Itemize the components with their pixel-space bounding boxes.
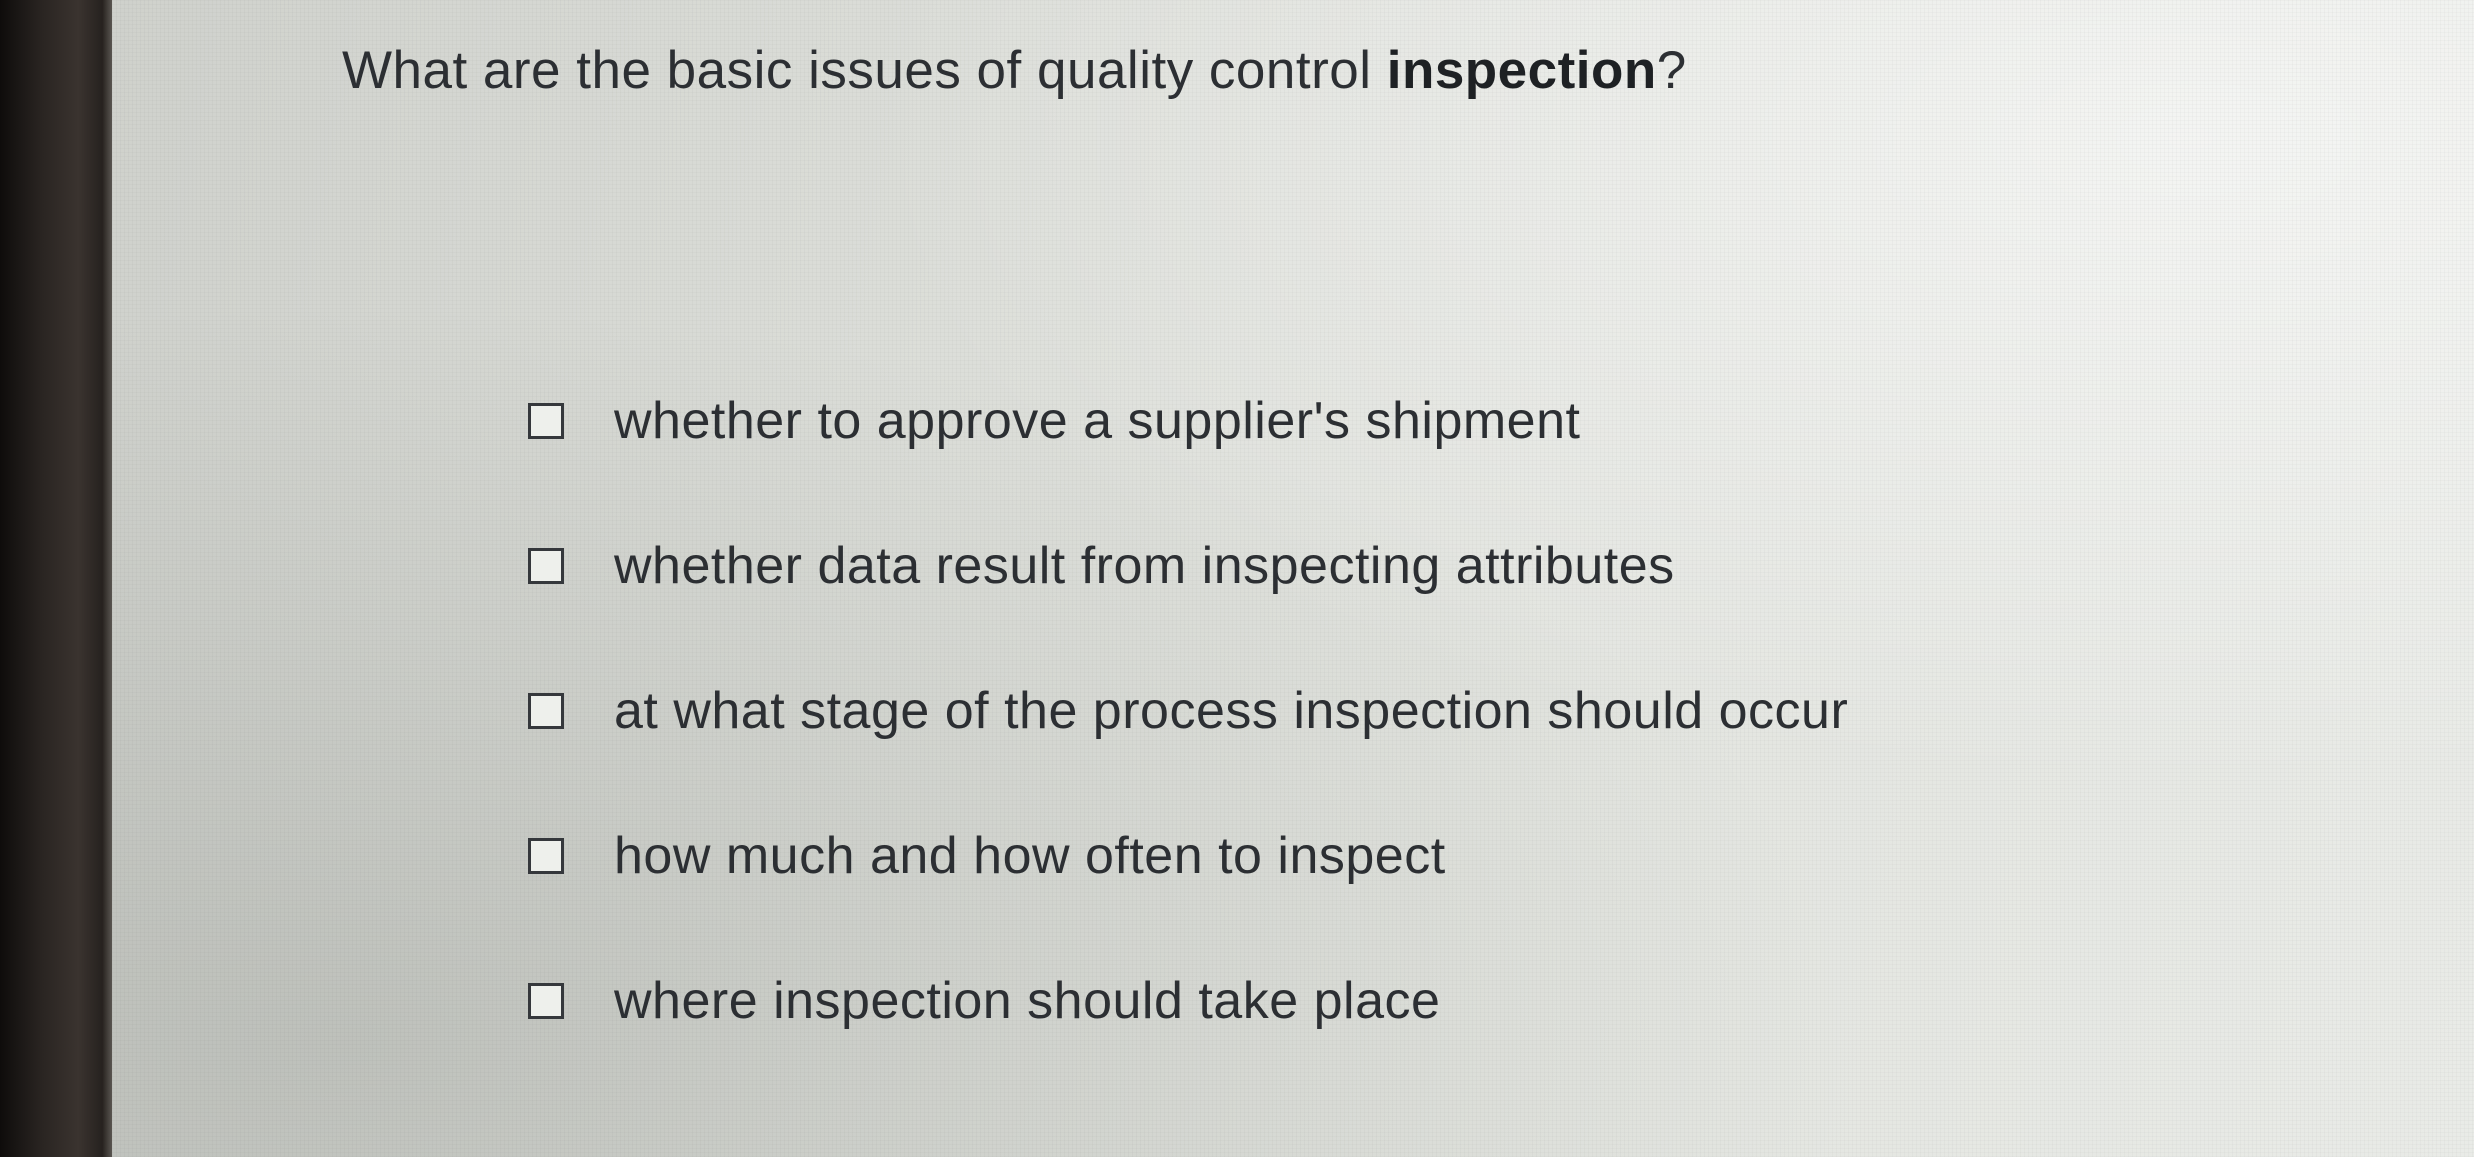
answer-option-label: how much and how often to inspect — [614, 826, 1446, 885]
answer-checkbox[interactable] — [528, 982, 564, 1019]
question-emphasis: inspection — [1386, 41, 1657, 100]
answer-checkbox[interactable] — [528, 692, 564, 729]
question-prefix: What are the basic issues of quality con… — [342, 41, 1387, 100]
answer-option[interactable]: where inspection should take place — [528, 928, 1848, 1073]
answer-checkbox[interactable] — [528, 402, 564, 439]
answer-option-label: whether to approve a supplier's shipment — [614, 391, 1581, 450]
answer-option[interactable]: at what stage of the process inspection … — [528, 638, 1848, 783]
monitor-bezel — [0, 0, 112, 1157]
answer-option-label: where inspection should take place — [614, 971, 1441, 1030]
answer-option-label: at what stage of the process inspection … — [614, 681, 1849, 740]
answer-option[interactable]: whether to approve a supplier's shipment — [528, 348, 1848, 493]
question-text: What are the basic issues of quality con… — [342, 40, 1687, 101]
answer-checkbox[interactable] — [528, 837, 564, 874]
answer-option[interactable]: how much and how often to inspect — [528, 783, 1848, 928]
answer-option-label: whether data result from inspecting attr… — [614, 536, 1675, 595]
answer-option[interactable]: whether data result from inspecting attr… — [528, 493, 1848, 638]
answer-options-list: whether to approve a supplier's shipment… — [528, 348, 1848, 1073]
answer-checkbox[interactable] — [528, 547, 564, 584]
question-suffix: ? — [1656, 41, 1687, 100]
